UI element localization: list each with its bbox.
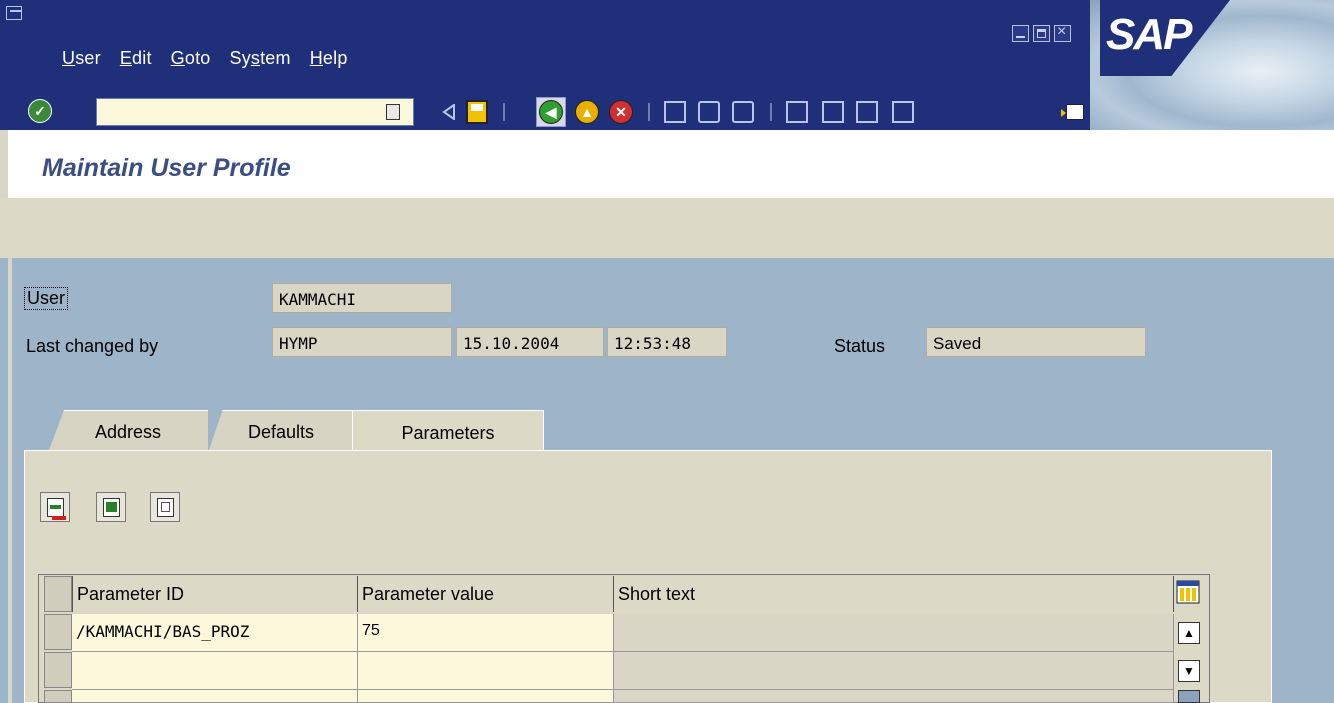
scrollbar-thumb[interactable] <box>1178 690 1200 703</box>
exit-icon[interactable]: ▲ <box>572 97 602 127</box>
save-icon[interactable] <box>462 97 492 127</box>
find-icon[interactable] <box>694 97 724 127</box>
layout-menu-icon[interactable] <box>1060 97 1090 127</box>
scroll-up-button[interactable]: ▲ <box>1178 622 1200 644</box>
tab-parameters[interactable]: Parameters <box>352 410 544 455</box>
menu-user[interactable]: User <box>62 48 101 74</box>
close-button[interactable] <box>1054 23 1071 42</box>
parameter-id-cell[interactable] <box>72 690 358 703</box>
back-nav-icon[interactable]: ◀ <box>536 97 566 127</box>
delete-row-button[interactable] <box>40 492 70 522</box>
enter-icon[interactable]: ✓ <box>28 99 54 123</box>
short-text-cell <box>614 614 1174 652</box>
command-field[interactable] <box>96 98 414 126</box>
parameter-id-cell[interactable]: /KAMMACHI/BAS_PROZ <box>72 614 358 652</box>
parameter-value-cell[interactable]: 75 <box>358 614 614 652</box>
user-field[interactable]: KAMMACHI <box>272 283 452 313</box>
status-field[interactable]: Saved <box>926 327 1146 357</box>
insert-row-button[interactable] <box>96 492 126 522</box>
application-toolbar <box>0 198 1334 258</box>
parameter-id-cell[interactable] <box>72 652 358 690</box>
menu-bar: User Edit Goto System Help <box>62 48 367 74</box>
last-page-icon[interactable] <box>888 97 918 127</box>
column-header-parameter-value[interactable]: Parameter value <box>358 576 614 612</box>
column-header-parameter-id[interactable]: Parameter ID <box>72 576 358 612</box>
scroll-down-button[interactable]: ▼ <box>1178 660 1200 682</box>
changed-date-field[interactable]: 15.10.2004 <box>456 327 604 357</box>
minimize-button[interactable] <box>1012 25 1029 42</box>
tab-address[interactable]: Address <box>48 410 208 453</box>
row-selector[interactable] <box>44 690 72 703</box>
maximize-button[interactable] <box>1033 25 1050 42</box>
last-changed-label: Last changed by <box>26 336 159 356</box>
last-changed-by-field[interactable]: HYMP <box>272 327 452 357</box>
status-label: Status <box>834 336 886 356</box>
short-text-cell <box>614 652 1174 690</box>
command-history-icon[interactable] <box>386 104 400 120</box>
tab-defaults[interactable]: Defaults <box>208 410 354 453</box>
parameter-value-cell[interactable] <box>358 652 614 690</box>
append-row-button[interactable] <box>150 492 180 522</box>
page-title: Maintain User Profile <box>42 154 291 182</box>
changed-time-field[interactable]: 12:53:48 <box>607 327 727 357</box>
user-label: User <box>24 287 69 310</box>
back-icon[interactable] <box>434 97 464 127</box>
first-page-icon[interactable] <box>782 97 812 127</box>
menu-system[interactable]: System <box>229 48 290 74</box>
window-controls <box>1012 23 1071 42</box>
column-header-short-text[interactable]: Short text <box>614 576 1174 612</box>
system-menu-icon[interactable] <box>6 6 22 20</box>
column-layout-icon[interactable] <box>1176 580 1200 604</box>
select-all-button[interactable] <box>44 576 72 612</box>
parameter-value-cell[interactable] <box>358 690 614 703</box>
previous-page-icon[interactable] <box>818 97 848 127</box>
print-icon[interactable] <box>660 97 690 127</box>
next-page-icon[interactable] <box>852 97 882 127</box>
menu-goto[interactable]: Goto <box>171 48 211 74</box>
short-text-cell <box>614 690 1174 703</box>
find-next-icon[interactable] <box>728 97 758 127</box>
menu-help[interactable]: Help <box>310 48 348 74</box>
sap-logo: SAP <box>1090 0 1334 130</box>
cancel-icon[interactable]: ✕ <box>606 97 636 127</box>
row-selector[interactable] <box>44 614 72 650</box>
row-selector[interactable] <box>44 652 72 688</box>
menu-edit[interactable]: Edit <box>120 48 152 74</box>
